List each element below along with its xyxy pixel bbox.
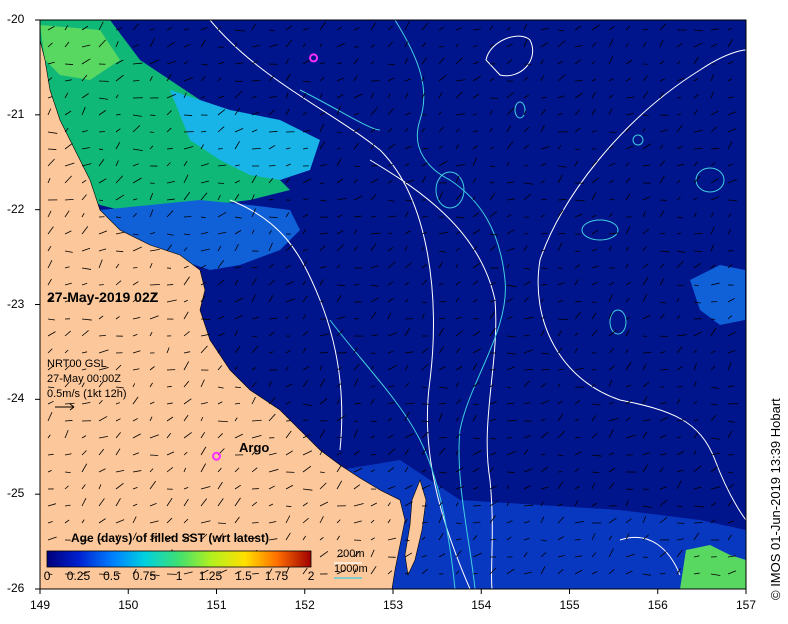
lon-tick-label: 156 [647,598,668,612]
lon-tick-label: 149 [30,598,51,612]
current-vector [268,131,278,133]
colorbar-tick-label: 0.25 [66,569,91,583]
argo-label: Argo [239,440,270,455]
colorbar [46,550,312,568]
current-vector [149,454,159,456]
current-vector [166,148,173,150]
current-vector [710,301,718,303]
current-vector [268,165,276,167]
info-line-3: 0.5m/s (1kt 12h) [47,388,127,400]
lon-tick-label: 155 [559,598,580,612]
current-vector [557,199,567,201]
legend-label-200m: 200m [337,548,365,560]
current-vector [608,131,617,133]
lat-tick-label: -20 [7,12,25,26]
current-vector [353,318,359,320]
colorbar-tick-label: 0.75 [132,569,157,583]
colorbar-tick-label: 1.25 [198,569,223,583]
current-vector [336,284,346,286]
colorbar-title: Age (days) of filled SST (wrt latest) [71,531,270,545]
lat-tick-label: -22 [7,201,25,216]
colorbar-tick-label: 1 [175,569,183,583]
lat-tick-label: -21 [7,106,25,121]
current-vector [217,182,225,184]
legend-label-1000m: 1000m [334,563,368,575]
info-line-2: 27-May 00:00Z [47,373,121,385]
credit-text: © IMOS 01-Jun-2019 13:39 Hobart [768,398,783,600]
lon-tick-label: 150 [118,598,139,612]
current-vector [115,216,121,218]
lon-tick-label: 153 [383,598,404,612]
colorbar-tick-label: 1.75 [264,569,289,583]
lon-tick-label: 152 [294,598,315,612]
lat-tick-label: -23 [7,296,25,311]
lat-tick-label: -26 [7,581,25,595]
current-vector [353,284,360,286]
colorbar-tick-label: 0.5 [103,569,120,583]
current-vector [591,369,597,371]
current-vector [98,131,106,133]
current-vector [149,284,160,286]
lat-tick-label: -25 [7,486,25,501]
current-vector [149,131,155,133]
lon-tick-label: 157 [736,598,757,612]
current-vector [472,318,479,320]
colorbar-tick-label: 2 [307,569,315,583]
current-vector [183,114,193,116]
colorbar-tick-label: 1.5 [235,569,252,583]
date-stamp: 27-May-2019 02Z [47,289,159,305]
info-line-1: NRT00 GSL [47,358,107,370]
current-vector [115,114,121,116]
lon-tick-label: 151 [206,598,227,612]
current-vector [574,539,581,541]
current-vector [64,63,74,65]
lat-tick-label: -24 [7,391,25,406]
current-vector [506,471,515,473]
lon-tick-label: 154 [471,598,492,612]
current-vector [47,148,57,150]
current-vector [149,114,156,116]
colorbar-tick-label: 0 [43,569,51,583]
